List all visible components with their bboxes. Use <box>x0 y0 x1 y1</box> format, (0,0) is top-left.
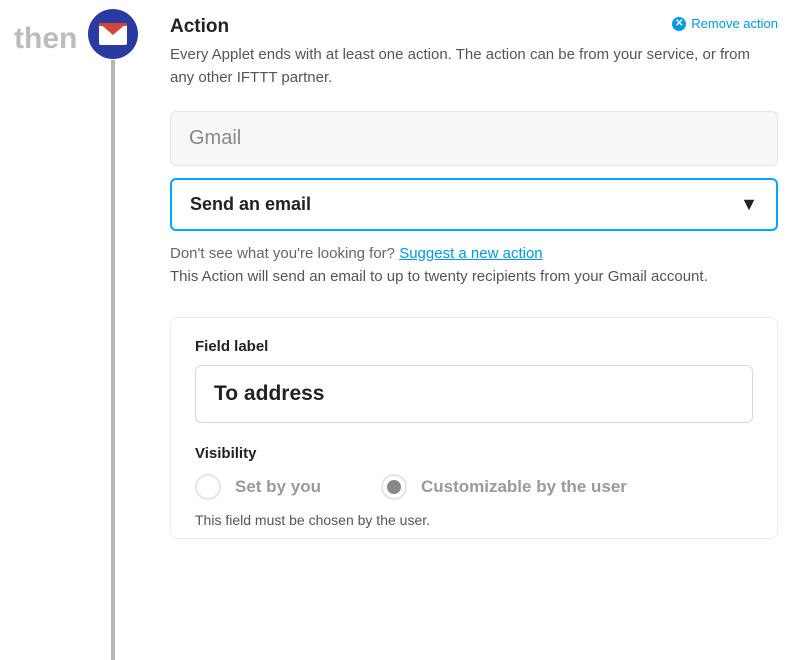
visibility-radio-group: Set by you Customizable by the user <box>195 474 753 500</box>
radio-customizable[interactable]: Customizable by the user <box>381 474 627 500</box>
section-title: Action <box>170 16 229 38</box>
section-description: Every Applet ends with at least one acti… <box>170 44 760 89</box>
remove-action-label: Remove action <box>691 16 778 31</box>
suggest-action-link[interactable]: Suggest a new action <box>399 245 542 262</box>
field-label-heading: Field label <box>195 338 753 355</box>
suggest-prefix: Don't see what you're looking for? <box>170 245 399 262</box>
section-header: Action ✕ Remove action <box>170 16 778 38</box>
radio-indicator-selected <box>381 474 407 500</box>
action-select[interactable]: Send an email ▼ <box>170 178 778 231</box>
step-connector-line <box>111 60 115 660</box>
applet-action-panel: then Action ✕ Remove action Every Applet… <box>0 0 800 515</box>
radio-indicator <box>195 474 221 500</box>
action-description: This Action will send an email to up to … <box>170 268 778 285</box>
service-badge[interactable] <box>88 9 138 59</box>
field-label-input[interactable] <box>195 365 753 423</box>
step-indicator-column: then <box>0 0 170 515</box>
chevron-down-icon: ▼ <box>740 194 758 215</box>
suggest-line: Don't see what you're looking for? Sugge… <box>170 245 778 262</box>
radio-label-customizable: Customizable by the user <box>421 477 627 497</box>
service-search-input[interactable]: Gmail <box>170 111 778 166</box>
remove-action-button[interactable]: ✕ Remove action <box>672 16 778 31</box>
radio-label-set-by-you: Set by you <box>235 477 321 497</box>
close-icon: ✕ <box>672 17 686 31</box>
action-config-column: Action ✕ Remove action Every Applet ends… <box>170 0 800 515</box>
then-label: then <box>14 22 77 56</box>
gmail-icon <box>99 23 127 45</box>
action-select-value: Send an email <box>190 194 311 215</box>
field-note: This field must be chosen by the user. <box>195 512 753 528</box>
radio-set-by-you[interactable]: Set by you <box>195 474 321 500</box>
visibility-heading: Visibility <box>195 445 753 462</box>
field-config-card: Field label Visibility Set by you Custom… <box>170 317 778 539</box>
